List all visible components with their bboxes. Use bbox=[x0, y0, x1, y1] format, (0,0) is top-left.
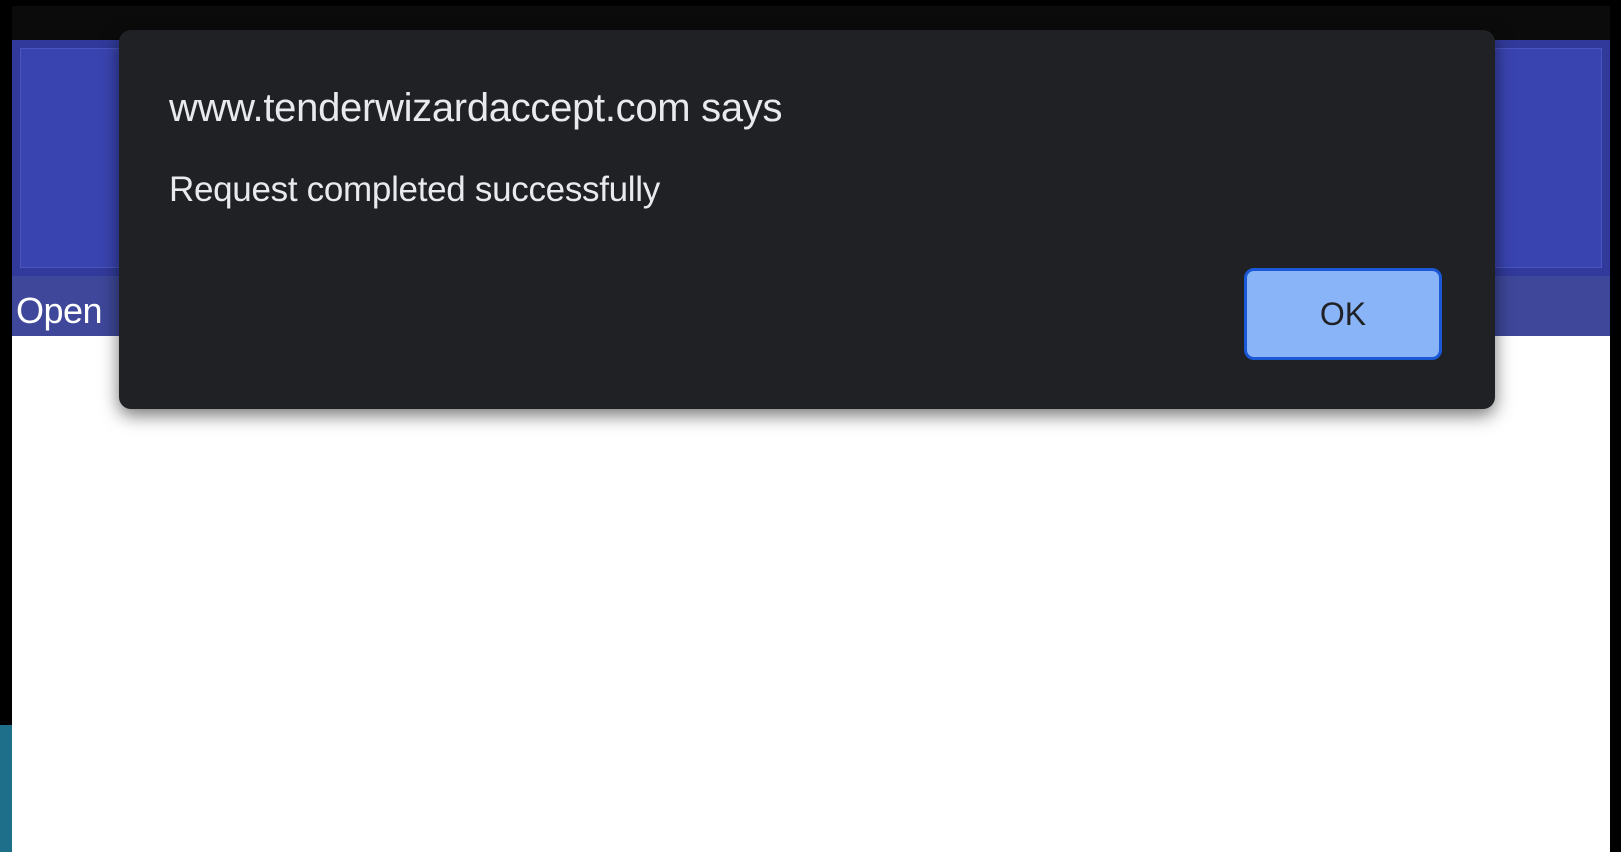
nav-item-open[interactable]: Open bbox=[16, 290, 103, 332]
alert-dialog: www.tenderwizardaccept.com says Request … bbox=[119, 30, 1495, 409]
alert-message: Request completed successfully bbox=[169, 170, 660, 209]
alert-title: www.tenderwizardaccept.com says bbox=[169, 86, 783, 130]
ok-button[interactable]: OK bbox=[1244, 268, 1442, 360]
